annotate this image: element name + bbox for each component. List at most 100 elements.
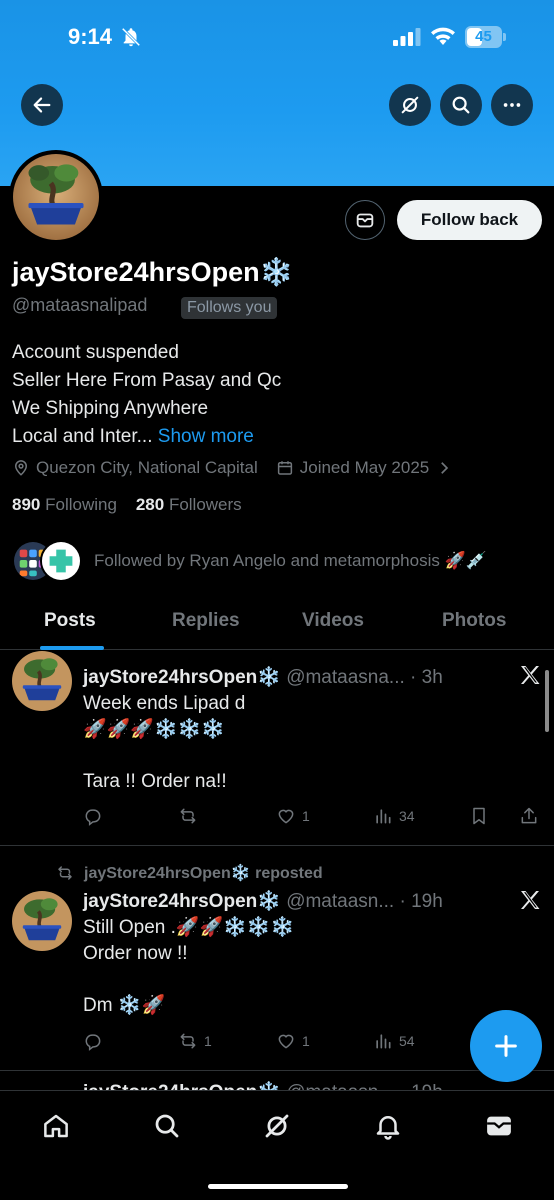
like-button[interactable]: 1: [276, 806, 310, 826]
reply-icon: [85, 1034, 101, 1051]
share-button[interactable]: [519, 806, 545, 826]
nav-grok[interactable]: [262, 1111, 292, 1141]
post-card[interactable]: jayStore24hrsOpen❄️ @mataasna... · 3h We…: [0, 651, 554, 846]
repost-button[interactable]: 1: [178, 1031, 212, 1051]
bio-line: Account suspended: [12, 342, 179, 363]
post-author-name[interactable]: jayStore24hrsOpen❄️: [83, 891, 281, 912]
nav-notifications[interactable]: [373, 1111, 403, 1141]
heart-icon: [278, 809, 294, 824]
bookmark-button[interactable]: [469, 806, 495, 826]
share-icon: [521, 807, 537, 824]
status-bar: 9:14 45: [0, 18, 554, 58]
repost-icon: [58, 866, 72, 880]
like-button[interactable]: 1: [276, 1031, 310, 1051]
reply-button[interactable]: [83, 806, 109, 826]
chevron-right-icon[interactable]: [435, 459, 453, 477]
nav-search[interactable]: [152, 1111, 182, 1141]
plus-icon: [495, 1035, 517, 1057]
location-icon: [14, 460, 28, 476]
compose-button[interactable]: [470, 1010, 542, 1082]
heart-icon: [278, 1034, 294, 1049]
profile-avatar[interactable]: [9, 150, 103, 244]
like-count: 1: [302, 1033, 310, 1049]
active-tab-indicator: [40, 646, 104, 650]
x-logo-icon: [521, 666, 540, 684]
more-button[interactable]: [491, 84, 533, 126]
view-count: 54: [399, 1033, 415, 1049]
home-indicator: [208, 1184, 348, 1189]
grok-button[interactable]: [389, 84, 431, 126]
views-button[interactable]: 54: [373, 1031, 415, 1051]
views-button[interactable]: 34: [373, 806, 415, 826]
profile-meta: Quezon City, National Capital Joined May…: [12, 457, 459, 479]
bookmark-icon: [473, 807, 485, 825]
profile-joined: Joined May 2025: [299, 458, 430, 477]
post-header: jayStore24hrsOpen❄️ @mataasn... · 19h: [83, 889, 443, 913]
scrollbar[interactable]: [545, 670, 549, 732]
like-count: 1: [302, 808, 310, 824]
grok-icon: [265, 1114, 289, 1138]
post-header: jayStore24hrsOpen❄️ @mataasna... · 3h: [83, 665, 443, 689]
post-author-meta: @mataasn... · 19h: [286, 891, 443, 912]
envelope-icon: [356, 213, 374, 228]
notifications-icon: [376, 1116, 400, 1140]
tab-posts[interactable]: Posts: [44, 610, 96, 632]
more-icon: [503, 103, 521, 107]
post-author-meta: @mataasna... · 3h: [286, 667, 443, 688]
x-logo-icon: [521, 891, 540, 909]
reply-icon: [85, 809, 101, 826]
following-count: 890: [12, 495, 41, 514]
bell-off-icon: [121, 27, 141, 47]
nav-messages[interactable]: [484, 1111, 514, 1141]
following-label: Following: [45, 495, 117, 514]
reposted-by-text[interactable]: jayStore24hrsOpen❄️ reposted: [84, 863, 323, 883]
bonsai-avatar-image: [13, 154, 99, 240]
profile-location: Quezon City, National Capital: [36, 458, 258, 477]
tab-videos[interactable]: Videos: [302, 610, 364, 632]
messages-icon: [487, 1116, 511, 1136]
views-icon: [376, 809, 391, 824]
followed-by-row[interactable]: Followed by Ryan Angelo and metamorphosi…: [12, 538, 487, 584]
search-button[interactable]: [440, 84, 482, 126]
views-icon: [376, 1034, 391, 1049]
home-icon: [44, 1114, 68, 1138]
following-link[interactable]: 890 Following: [12, 495, 117, 514]
follow-counts: 890 Following 280 Followers: [12, 495, 242, 515]
post-text: Week ends Lipad d 🚀🚀🚀❄️❄️❄️ Tara !! Orde…: [83, 693, 246, 792]
follow-back-button[interactable]: Follow back: [397, 200, 542, 240]
display-name-text: jayStore24hrsOpen: [12, 257, 260, 287]
back-button[interactable]: [21, 84, 63, 126]
tab-replies[interactable]: Replies: [172, 610, 240, 632]
show-more-link[interactable]: Show more: [158, 426, 254, 447]
profile-tabs: Posts Replies Videos Photos: [0, 598, 554, 650]
repost-icon: [180, 1033, 196, 1049]
reply-button[interactable]: [83, 1031, 109, 1051]
profile-handle: @mataasnalipad: [12, 295, 148, 315]
repost-count: 1: [204, 1033, 212, 1049]
calendar-icon: [277, 461, 292, 475]
bio-line: Local and Inter...: [12, 426, 153, 447]
tab-photos[interactable]: Photos: [442, 610, 506, 632]
follows-you-badge: Follows you: [181, 297, 278, 319]
message-button[interactable]: [345, 200, 385, 240]
view-count: 34: [399, 808, 415, 824]
followed-by-text: Followed by Ryan Angelo and metamorphosi…: [94, 551, 487, 570]
followers-count: 280: [135, 495, 165, 514]
search-icon: [155, 1114, 179, 1138]
repost-indicator: jayStore24hrsOpen❄️ reposted: [56, 863, 323, 883]
cellular-signal-icon: [393, 28, 421, 46]
post-avatar[interactable]: [12, 891, 72, 951]
post-avatar[interactable]: [12, 651, 72, 711]
post-actions: 1 34: [83, 806, 543, 830]
search-icon: [452, 96, 470, 114]
status-time: 9:14: [68, 24, 113, 49]
snowflake-emoji: ❄️: [259, 257, 294, 287]
post-author-name[interactable]: jayStore24hrsOpen❄️: [83, 667, 281, 688]
profile-bio: Account suspended Seller Here From Pasay…: [12, 339, 281, 451]
followers-link[interactable]: 280 Followers: [136, 495, 242, 514]
battery-level: 45: [475, 28, 492, 45]
follower-avatar: [40, 540, 82, 582]
repost-button[interactable]: [178, 806, 204, 826]
nav-home[interactable]: [41, 1111, 71, 1141]
followers-label: Followers: [168, 495, 242, 514]
